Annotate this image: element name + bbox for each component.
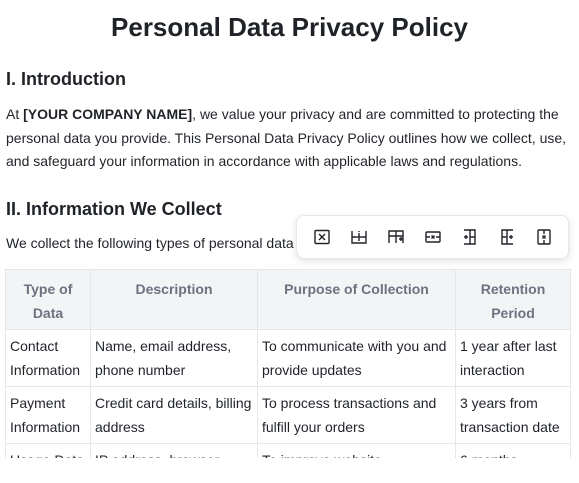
table-cell[interactable]: Usage Data [5, 443, 91, 458]
table-header-cell[interactable]: Retention Period [455, 269, 571, 330]
insert-column-right-button[interactable] [458, 225, 482, 249]
data-table[interactable]: Type of Data Description Purpose of Coll… [5, 269, 571, 458]
table-cell[interactable]: Name, email address, phone number [90, 329, 258, 387]
company-name-placeholder: [YOUR COMPANY NAME] [23, 106, 193, 122]
insert-row-above-button[interactable] [384, 225, 408, 249]
insert-column-right-icon [463, 229, 476, 245]
delete-row-icon [424, 231, 441, 243]
table-cell[interactable]: Contact Information [5, 329, 91, 387]
table-row: Payment Information Credit card details,… [5, 386, 571, 444]
table-row: Usage Data IP address, browser To improv… [5, 443, 571, 458]
table-cell[interactable]: 1 year after last interaction [455, 329, 571, 387]
table-header-row: Type of Data Description Purpose of Coll… [5, 269, 571, 330]
table-cell[interactable]: To process transactions and fulfill your… [257, 386, 456, 444]
table-cell[interactable]: 6 months [455, 443, 571, 458]
table-cell[interactable]: To improve website [257, 443, 456, 458]
table-header-cell[interactable]: Purpose of Collection [257, 269, 456, 330]
table-row: Contact Information Name, email address,… [5, 329, 571, 387]
table-cell[interactable]: 3 years from transaction date [455, 386, 571, 444]
intro-prefix: At [6, 106, 24, 122]
table-cell[interactable]: To communicate with you and provide upda… [257, 329, 456, 387]
insert-row-below-icon [350, 231, 367, 244]
insert-column-left-icon [500, 229, 513, 245]
delete-column-icon [536, 229, 551, 245]
delete-column-button[interactable] [532, 225, 556, 249]
table-header-cell[interactable]: Type of Data [5, 269, 91, 330]
document-title: Personal Data Privacy Policy [111, 12, 468, 42]
table-cell[interactable]: Payment Information [5, 386, 91, 444]
table-cell[interactable]: IP address, browser [90, 443, 258, 458]
table-toolbar [296, 215, 569, 259]
section-heading-introduction: I. Introduction [6, 69, 126, 89]
insert-row-above-icon [387, 230, 404, 243]
insert-column-left-button[interactable] [495, 225, 519, 249]
insert-row-below-button[interactable] [347, 225, 371, 249]
delete-row-button[interactable] [421, 225, 445, 249]
section-heading-information-collected: II. Information We Collect [6, 199, 222, 219]
table-header-cell[interactable]: Description [90, 269, 258, 330]
delete-table-icon [313, 229, 330, 245]
table-cell[interactable]: Credit card details, billing address [90, 386, 258, 444]
intro-paragraph: At [YOUR COMPANY NAME], we value your pr… [6, 103, 574, 174]
delete-table-button[interactable] [310, 225, 334, 249]
